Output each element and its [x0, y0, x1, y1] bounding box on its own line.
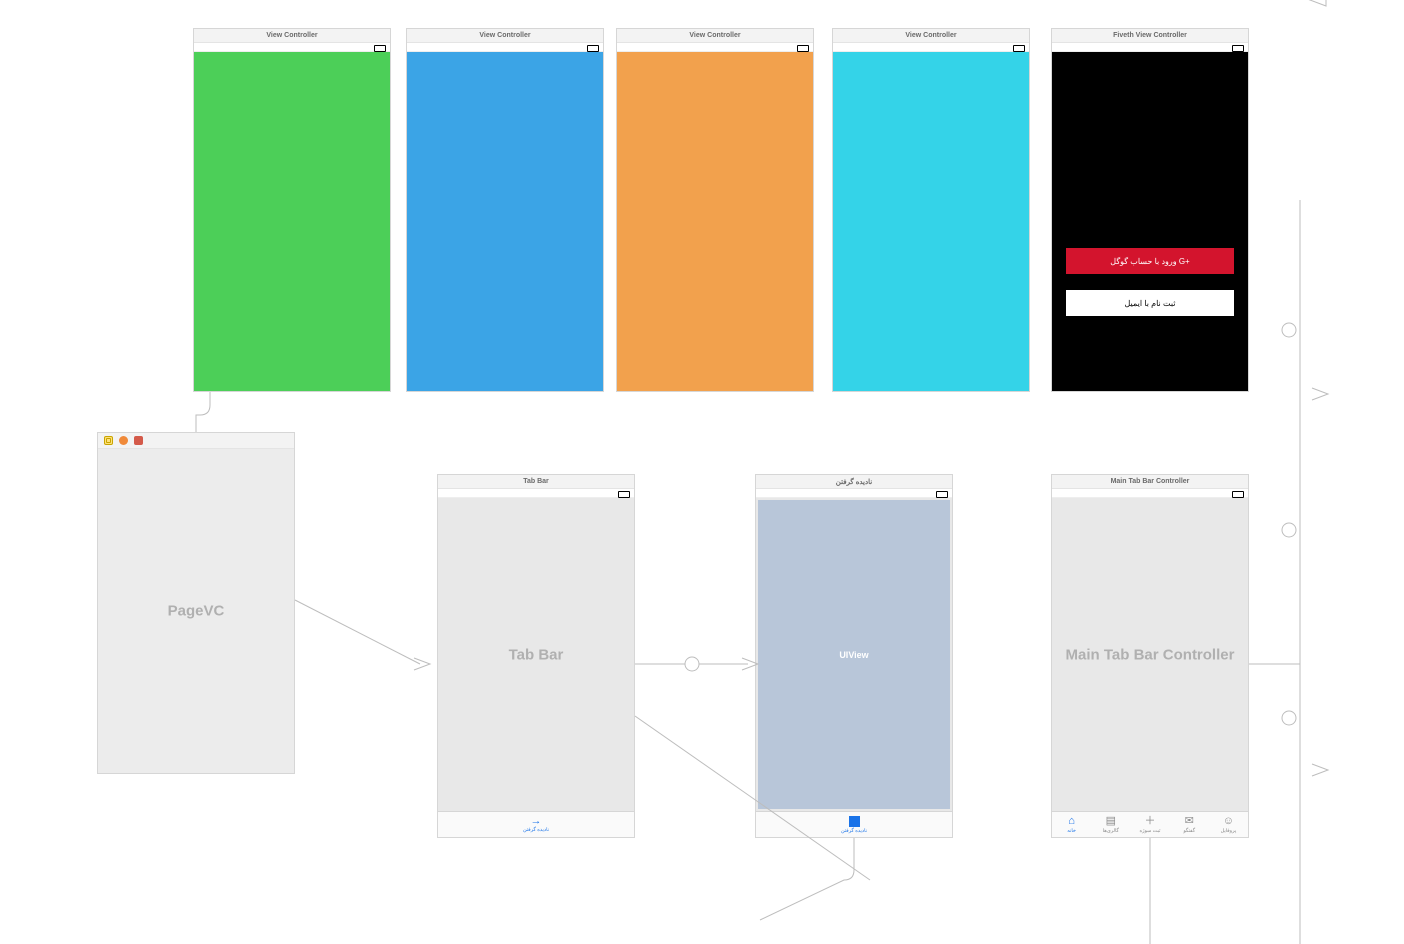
- tab-chat[interactable]: ✉ گفتگو: [1170, 812, 1209, 837]
- status-bar: [1052, 489, 1248, 498]
- view-body: [407, 52, 603, 391]
- tab-profile[interactable]: ☺ پروفایل: [1209, 812, 1248, 837]
- google-signin-button[interactable]: ورود با حساب گوگل G+: [1066, 248, 1234, 274]
- view-body: UIView: [756, 498, 952, 811]
- uiview-placeholder[interactable]: UIView: [758, 500, 950, 809]
- view-body: PageVC: [98, 449, 294, 773]
- scene-title: Main Tab Bar Controller: [1052, 475, 1248, 489]
- tab-label: نادیده گرفتن: [523, 827, 549, 833]
- scene-vc-blue[interactable]: View Controller: [406, 28, 604, 392]
- status-bar: [194, 43, 390, 52]
- tab-label: گفتگو: [1183, 828, 1195, 834]
- status-bar: [438, 489, 634, 498]
- status-bar: [407, 43, 603, 52]
- home-icon: ⌂: [1068, 816, 1075, 827]
- gallery-icon: ▤: [1106, 816, 1116, 827]
- scene-title: View Controller: [833, 29, 1029, 43]
- tab-label: گالری‌ها: [1103, 828, 1119, 834]
- scene-vc-cyan[interactable]: View Controller: [832, 28, 1030, 392]
- view-body: [194, 52, 390, 391]
- view-body: Tab Bar: [438, 498, 634, 811]
- placeholder-label: Main Tab Bar Controller: [1052, 646, 1248, 663]
- scene-pagevc[interactable]: PageVC: [97, 432, 295, 774]
- scene-title: View Controller: [617, 29, 813, 43]
- arrow-right-icon[interactable]: →: [531, 816, 542, 827]
- tab-gallery[interactable]: ▤ گالری‌ها: [1091, 812, 1130, 837]
- tab-bar: → نادیده گرفتن: [438, 811, 634, 837]
- scene-maintab[interactable]: Main Tab Bar Controller Main Tab Bar Con…: [1051, 474, 1249, 838]
- scene-title: View Controller: [407, 29, 603, 43]
- view-body: ورود با حساب گوگل G+ ثبت نام با ایمیل: [1052, 52, 1248, 391]
- scene-vc-green[interactable]: View Controller: [193, 28, 391, 392]
- square-icon[interactable]: [849, 816, 860, 827]
- tab-label: نادیده گرفتن: [841, 828, 867, 834]
- scene-title: Fiveth View Controller: [1052, 29, 1248, 43]
- profile-icon: ☺: [1223, 816, 1234, 827]
- email-signup-button[interactable]: ثبت نام با ایمیل: [1066, 290, 1234, 316]
- status-bar: [833, 43, 1029, 52]
- dock-storyboard-icon: [134, 436, 143, 445]
- scene-title: نادیده گرفتن: [756, 475, 952, 489]
- tab-home[interactable]: ⌂ خانه: [1052, 812, 1091, 837]
- tab-add[interactable]: ＋ ثبت سوژه: [1130, 812, 1169, 837]
- view-body: Main Tab Bar Controller: [1052, 498, 1248, 811]
- scene-vc-login[interactable]: Fiveth View Controller ورود با حساب گوگل…: [1051, 28, 1249, 392]
- scene-title: Tab Bar: [438, 475, 634, 489]
- dock-first-responder-icon: [104, 436, 113, 445]
- view-body: [833, 52, 1029, 391]
- status-bar: [756, 489, 952, 498]
- placeholder-label: Tab Bar: [438, 646, 634, 663]
- scene-vc-orange[interactable]: View Controller: [616, 28, 814, 392]
- status-bar: [1052, 43, 1248, 52]
- plus-icon: ＋: [1145, 816, 1156, 827]
- tab-bar: ⌂ خانه ▤ گالری‌ها ＋ ثبت سوژه ✉ گفتگو ☺ پ…: [1052, 811, 1248, 837]
- scene-tabbar[interactable]: Tab Bar Tab Bar → نادیده گرفتن: [437, 474, 635, 838]
- tab-label: پروفایل: [1221, 828, 1237, 834]
- status-bar: [617, 43, 813, 52]
- scene-dock: [98, 433, 294, 449]
- dock-exit-icon: [119, 436, 128, 445]
- chat-icon: ✉: [1185, 816, 1194, 827]
- tab-label: خانه: [1067, 828, 1076, 834]
- tab-label: ثبت سوژه: [1140, 828, 1161, 834]
- scene-title: View Controller: [194, 29, 390, 43]
- tab-bar: نادیده گرفتن: [756, 811, 952, 837]
- view-body: [617, 52, 813, 391]
- placeholder-label: PageVC: [98, 603, 294, 620]
- scene-detail[interactable]: نادیده گرفتن UIView نادیده گرفتن: [755, 474, 953, 838]
